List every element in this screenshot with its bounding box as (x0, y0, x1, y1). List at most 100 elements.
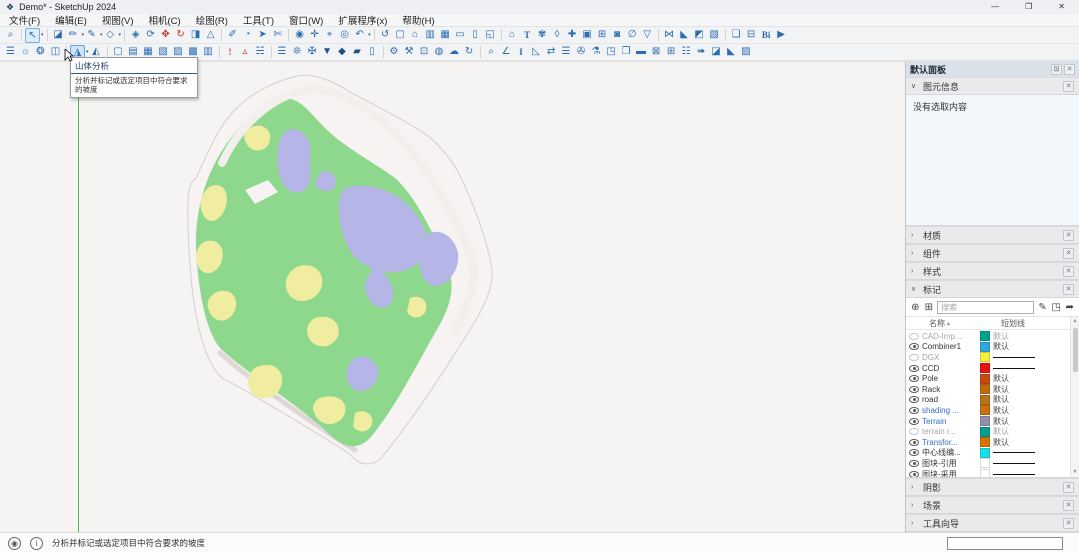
tag-dash-cell[interactable]: 默认 (993, 405, 1039, 416)
add-detail-tool-icon[interactable]: ◆ (335, 45, 350, 60)
panel-close-icon[interactable]: ✕ (1064, 64, 1075, 75)
tag-dash-cell[interactable] (993, 368, 1039, 369)
solid-tools-button-icon[interactable]: ◙ (610, 28, 625, 43)
walk-tool-icon[interactable]: ✚ (565, 28, 580, 43)
tag-dash-cell[interactable]: 默认 (993, 331, 1039, 342)
auto-hide-pin-icon[interactable]: ⊡ (1051, 64, 1062, 75)
tags-details-icon[interactable]: ➦ (1064, 302, 1075, 313)
scenes-manager-button-icon[interactable]: ◫ (48, 45, 63, 60)
slope-angle-tool-icon[interactable]: ◺ (529, 45, 544, 60)
tag-color-swatch[interactable] (980, 395, 990, 405)
tag-name[interactable]: Terrain (922, 417, 977, 426)
pattern-fill-button-icon[interactable]: ▨ (739, 45, 754, 60)
shadow-render-button-icon[interactable]: ◣ (724, 45, 739, 60)
tag-name[interactable]: Combiner1 (922, 342, 977, 351)
geolocation-status-icon[interactable]: ◉ (8, 537, 21, 550)
tag-name[interactable]: Rack (922, 385, 977, 394)
tag-dash-cell[interactable]: 默认 (993, 341, 1039, 352)
tag-row[interactable]: Combiner1 默认 (909, 342, 1069, 353)
from-scratch-tool-icon[interactable]: ☰ (275, 45, 290, 60)
measurements-input[interactable] (947, 537, 1063, 550)
tag-dash-cell[interactable]: 默认 (993, 416, 1039, 427)
tag-name[interactable]: 图块-引用 (922, 458, 977, 469)
entity-info-toggle-icon[interactable]: ☰ (3, 45, 18, 60)
fog-toggle-tool-icon[interactable]: ◩ (692, 28, 707, 43)
top-view-button-icon[interactable]: ⌂ (408, 28, 423, 43)
menu-item[interactable]: 文件(F) (9, 13, 40, 27)
warning-tool-icon[interactable]: ! (223, 45, 238, 60)
tag-color-swatch[interactable] (980, 342, 990, 352)
offset-tool-icon[interactable]: △ (203, 28, 218, 43)
model-tools-button-icon[interactable]: ⚒ (402, 45, 417, 60)
visibility-on-icon[interactable] (909, 396, 919, 403)
tape-measure-tool-icon[interactable]: ✐ (225, 28, 240, 43)
tag-row[interactable]: shading ...默认 (909, 405, 1069, 416)
grid-tool-icon[interactable]: ⊞ (595, 28, 610, 43)
window-arrange-button-icon[interactable]: ❐ (619, 45, 634, 60)
layout-button-icon[interactable]: ▬ (634, 45, 649, 60)
tag-dash-cell[interactable] (993, 452, 1039, 453)
push-to-app-button-icon[interactable]: ➠ (694, 45, 709, 60)
scroll-down-icon[interactable]: ▾ (1073, 468, 1076, 477)
tag-color-swatch[interactable] (980, 352, 990, 362)
tag-color-swatch[interactable] (980, 416, 990, 426)
section-close-icon[interactable]: ✕ (1063, 518, 1074, 529)
visibility-on-icon[interactable] (909, 471, 919, 477)
protractor-tool-icon[interactable]: ◔ (240, 28, 255, 43)
tag-dash-cell[interactable]: 默认 (993, 426, 1039, 437)
info-status-icon[interactable]: i (30, 537, 43, 550)
visibility-on-icon[interactable] (909, 365, 919, 372)
tag-color-swatch[interactable] (980, 448, 990, 458)
tag-row[interactable]: DGX (909, 352, 1069, 363)
add-tag-folder-icon[interactable]: ⊞ (924, 302, 935, 313)
section-styles[interactable]: › 样式 ✕ (906, 262, 1079, 280)
angle-measure-tool-icon[interactable]: ∠ (499, 45, 514, 60)
pan-tool-icon[interactable]: ✛ (307, 28, 322, 43)
menu-item[interactable]: 帮助(H) (402, 13, 434, 27)
visibility-on-icon[interactable] (909, 460, 919, 467)
visibility-off-icon[interactable] (909, 428, 919, 435)
export-window-button-icon[interactable]: ◳ (604, 45, 619, 60)
section-components[interactable]: › 组件 ✕ (906, 244, 1079, 262)
tags-scrollbar[interactable]: ▴ ▾ (1070, 317, 1079, 477)
visibility-on-icon[interactable] (909, 418, 919, 425)
tag-color-swatch[interactable] (980, 363, 990, 373)
tag-row[interactable]: terrain r...默认 (909, 426, 1069, 437)
visibility-on-icon[interactable] (909, 375, 919, 382)
tag-dash-cell[interactable] (993, 463, 1039, 464)
minimize-button[interactable]: — (991, 0, 999, 14)
tags-search-input[interactable] (937, 301, 1034, 314)
zoom-tool-icon[interactable]: ⌖ (322, 28, 337, 43)
orbit-tool-icon[interactable]: ◉ (292, 28, 307, 43)
column-dashes-label[interactable]: 短划线 (1001, 318, 1025, 329)
settings-gear-button-icon[interactable]: ⚙ (387, 45, 402, 60)
line-tool-icon[interactable]: ✏ (66, 28, 81, 43)
text-cursor-tool-icon[interactable]: I (514, 45, 529, 60)
axes-tool-icon[interactable]: ➤ (255, 28, 270, 43)
monochrome-style-button-icon[interactable]: ▥ (201, 45, 216, 60)
select-tool-icon[interactable]: ↖ (25, 28, 40, 43)
zoom-region-tool-icon[interactable]: ⌕ (484, 45, 499, 60)
tag-name[interactable]: CAD-Imp... (922, 332, 977, 341)
undo-view-tool-icon[interactable]: ↺ (378, 28, 393, 43)
tag-color-swatch[interactable] (980, 331, 990, 341)
dimension-tool-icon[interactable]: ◊ (550, 28, 565, 43)
left-view-button-icon[interactable]: ▯ (468, 28, 483, 43)
dropdown-caret-icon[interactable]: ▾ (368, 32, 371, 38)
tag-dash-cell[interactable]: 默认 (993, 394, 1039, 405)
soften-edges-tool-icon[interactable]: ▽ (640, 28, 655, 43)
tag-dash-cell[interactable] (993, 357, 1039, 358)
dropdown-caret-icon[interactable]: ▾ (119, 32, 122, 38)
add-tag-icon[interactable]: ⊕ (910, 302, 921, 313)
tag-color-swatch[interactable] (980, 384, 990, 394)
tag-row[interactable]: 图块-引用 (909, 458, 1069, 469)
cloud-upload-button-icon[interactable]: ☁ (447, 45, 462, 60)
tag-dash-cell[interactable]: 默认 (993, 437, 1039, 448)
stamp-tool-icon[interactable]: ✠ (305, 45, 320, 60)
smoove-tool-icon[interactable]: ❊ (290, 45, 305, 60)
bottom-view-button-icon[interactable]: ◱ (483, 28, 498, 43)
shape-tool-icon[interactable]: ◇ (103, 28, 118, 43)
tag-name[interactable]: Pole (922, 374, 977, 383)
tag-color-swatch[interactable] (980, 405, 990, 415)
list-view-button-icon[interactable]: ☰ (559, 45, 574, 60)
